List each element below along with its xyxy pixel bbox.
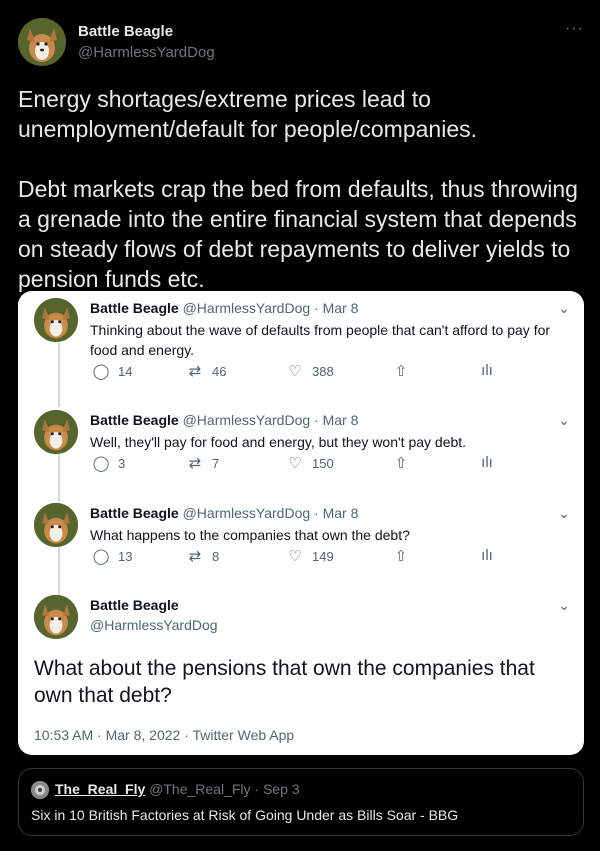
retweet-button[interactable]: ⇄ 46 xyxy=(186,362,227,380)
tweet-meta: Battle Beagle @HarmlessYardDog · Mar 8 xyxy=(90,412,358,428)
share-icon: ⇧ xyxy=(394,455,408,472)
like-count: 388 xyxy=(312,363,334,379)
thread-tweet-main[interactable]: Battle Beagle @HarmlessYardDog ⌄ xyxy=(18,595,584,655)
analytics-button[interactable]: ılı xyxy=(478,454,496,471)
chevron-down-icon[interactable]: ⌄ xyxy=(558,597,570,614)
analytics-icon: ılı xyxy=(481,454,493,471)
like-button[interactable]: ♡ 388 xyxy=(286,362,334,380)
quote-text: Six in 10 British Factories at Risk of G… xyxy=(31,807,459,823)
action-bar: ◯ 13 ⇄ 8 ♡ 149 ⇧ ılı xyxy=(90,547,510,567)
share-button[interactable]: ⇧ xyxy=(392,362,410,380)
tweet-paragraph: Energy shortages/extreme prices lead to … xyxy=(18,86,478,142)
share-button[interactable]: ⇧ xyxy=(392,454,410,472)
action-bar: ◯ 3 ⇄ 7 ♡ 150 ⇧ ılı xyxy=(90,454,510,474)
heart-icon: ♡ xyxy=(288,363,302,380)
quote-author-name[interactable]: The_Real_Fly xyxy=(55,781,145,797)
tweet-meta: Battle Beagle @HarmlessYardDog · Mar 8 xyxy=(90,300,358,316)
author-name[interactable]: Battle Beagle xyxy=(90,597,179,613)
retweet-count: 7 xyxy=(212,455,220,471)
thread-tweet[interactable]: Battle Beagle @HarmlessYardDog · Mar 8 ⌄… xyxy=(18,298,584,398)
analytics-icon: ılı xyxy=(481,362,493,379)
share-button[interactable]: ⇧ xyxy=(392,547,410,565)
reply-button[interactable]: ◯ 14 xyxy=(92,362,133,380)
reply-button[interactable]: ◯ 3 xyxy=(92,454,126,472)
retweet-button[interactable]: ⇄ 7 xyxy=(186,454,220,472)
quote-author-handle-date[interactable]: @The_Real_Fly · Sep 3 xyxy=(149,781,299,797)
like-count: 149 xyxy=(312,548,334,564)
reply-count: 14 xyxy=(118,363,133,379)
nested-quote-card[interactable]: The_Real_Fly @The_Real_Fly · Sep 3 Six i… xyxy=(18,768,584,836)
tweet-body: Well, they'll pay for food and energy, b… xyxy=(90,434,467,450)
author-avatar[interactable] xyxy=(34,503,78,547)
reply-icon: ◯ xyxy=(92,455,110,472)
author-avatar[interactable] xyxy=(34,410,78,454)
reply-icon: ◯ xyxy=(92,363,110,380)
author-handle[interactable]: @HarmlessYardDog xyxy=(78,44,215,61)
heart-icon: ♡ xyxy=(288,455,302,472)
retweet-icon: ⇄ xyxy=(188,363,202,380)
retweet-count: 8 xyxy=(212,548,220,564)
reply-icon: ◯ xyxy=(92,548,110,565)
reply-count: 3 xyxy=(118,455,126,471)
share-icon: ⇧ xyxy=(394,548,408,565)
author-handle-date[interactable]: @HarmlessYardDog · Mar 8 xyxy=(183,300,359,316)
retweet-icon: ⇄ xyxy=(188,548,202,565)
author-avatar[interactable] xyxy=(34,298,78,342)
quote-meta: The_Real_Fly @The_Real_Fly · Sep 3 xyxy=(55,781,300,797)
chevron-down-icon[interactable]: ⌄ xyxy=(558,300,570,317)
chevron-down-icon[interactable]: ⌄ xyxy=(558,412,570,429)
share-icon: ⇧ xyxy=(394,363,408,380)
author-name[interactable]: Battle Beagle xyxy=(90,412,179,428)
like-count: 150 xyxy=(312,455,334,471)
main-thread-text: What about the pensions that own the com… xyxy=(34,657,535,707)
retweet-button[interactable]: ⇄ 8 xyxy=(186,547,220,565)
tweet-text: Energy shortages/extreme prices lead to … xyxy=(18,84,588,294)
like-button[interactable]: ♡ 149 xyxy=(286,547,334,565)
reply-button[interactable]: ◯ 13 xyxy=(92,547,133,565)
author-name[interactable]: Battle Beagle xyxy=(90,300,179,316)
reply-count: 13 xyxy=(118,548,133,564)
retweet-icon: ⇄ xyxy=(188,455,202,472)
tweet-timestamp[interactable]: 10:53 AM · Mar 8, 2022 · Twitter Web App xyxy=(34,727,294,743)
analytics-button[interactable]: ılı xyxy=(478,547,496,564)
tweet-body: Thinking about the wave of defaults from… xyxy=(90,322,551,358)
author-name[interactable]: Battle Beagle xyxy=(90,505,179,521)
action-bar: ◯ 14 ⇄ 46 ♡ 388 ⇧ ılı xyxy=(90,362,510,382)
tweet-body: What happens to the companies that own t… xyxy=(90,527,410,543)
tweet-paragraph: Debt markets crap the bed from defaults,… xyxy=(18,176,578,292)
chevron-down-icon[interactable]: ⌄ xyxy=(558,505,570,522)
like-button[interactable]: ♡ 150 xyxy=(286,454,334,472)
author-handle-date[interactable]: @HarmlessYardDog · Mar 8 xyxy=(183,505,359,521)
author-avatar[interactable] xyxy=(34,595,78,639)
quoted-thread-card[interactable]: Battle Beagle @HarmlessYardDog · Mar 8 ⌄… xyxy=(18,291,584,755)
author-handle-date[interactable]: @HarmlessYardDog · Mar 8 xyxy=(183,412,359,428)
thread-tweet[interactable]: Battle Beagle @HarmlessYardDog · Mar 8 ⌄… xyxy=(18,503,584,583)
heart-icon: ♡ xyxy=(288,548,302,565)
analytics-icon: ılı xyxy=(481,547,493,564)
tweet-header: Battle Beagle @HarmlessYardDog ··· xyxy=(18,16,584,68)
quote-author-avatar[interactable] xyxy=(31,781,49,799)
author-avatar[interactable] xyxy=(18,18,66,66)
thread-tweet[interactable]: Battle Beagle @HarmlessYardDog · Mar 8 ⌄… xyxy=(18,410,584,490)
retweet-count: 46 xyxy=(212,363,227,379)
tweet-meta: Battle Beagle @HarmlessYardDog · Mar 8 xyxy=(90,505,358,521)
more-horizontal-icon[interactable]: ··· xyxy=(565,20,584,38)
analytics-button[interactable]: ılı xyxy=(478,362,496,379)
author-handle[interactable]: @HarmlessYardDog xyxy=(90,617,218,633)
author-name[interactable]: Battle Beagle xyxy=(78,23,173,40)
